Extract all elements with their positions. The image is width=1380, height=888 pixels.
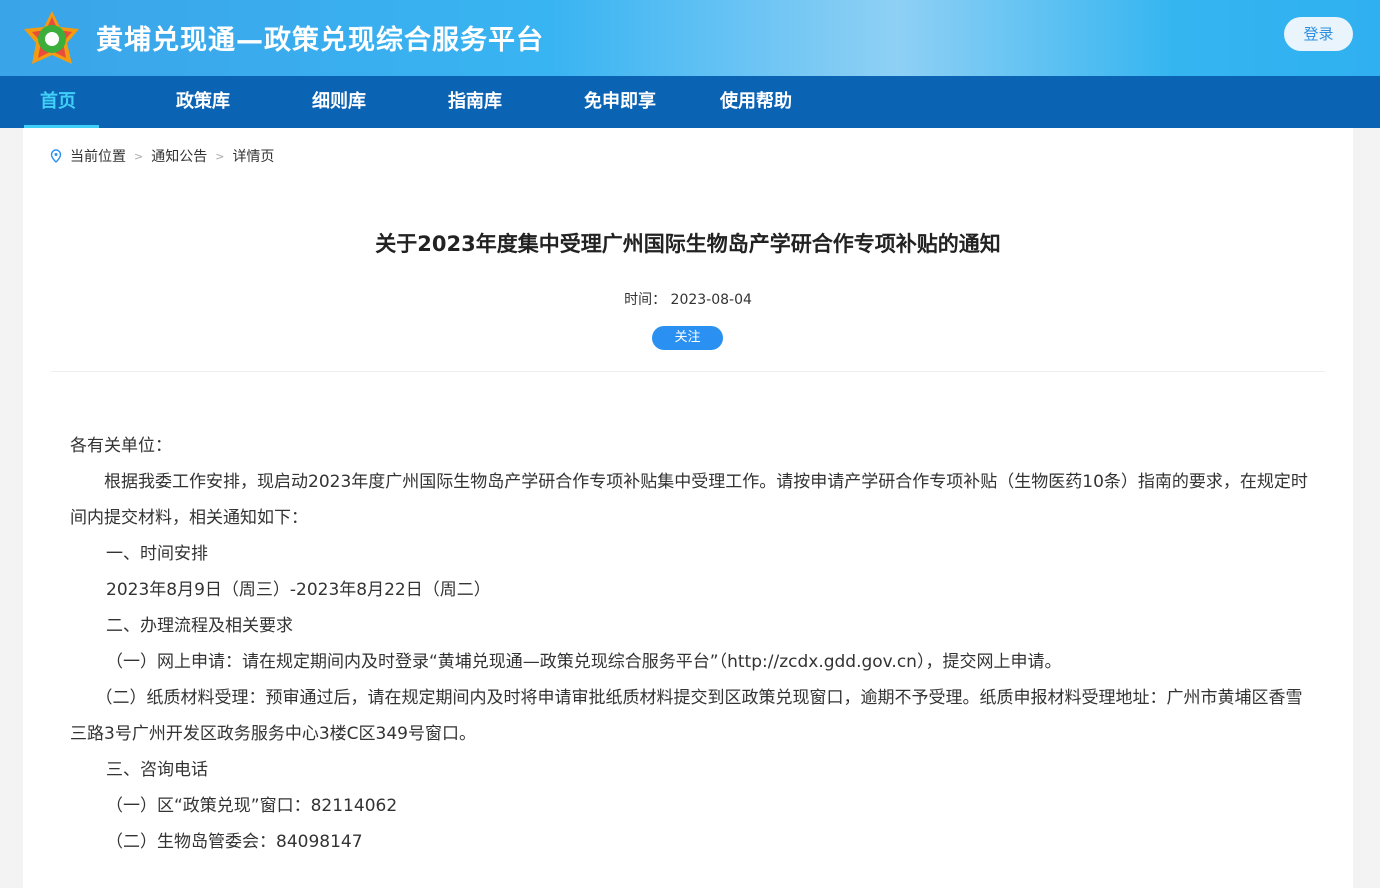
content-panel: 当前位置 > 通知公告 > 详情页 关于2023年度集中受理广州国际生物岛产学研合作… bbox=[23, 128, 1353, 888]
header: 黄埔兑现通—政策兑现综合服务平台 登录 bbox=[0, 0, 1380, 76]
paragraph: 各有关单位： bbox=[70, 436, 172, 456]
paragraph: 一、时间安排 bbox=[106, 544, 208, 564]
nav-help[interactable]: 使用帮助 bbox=[704, 76, 840, 128]
logo-icon bbox=[24, 11, 79, 64]
publish-time: 时间： 2023-08-04 bbox=[23, 289, 1353, 309]
time-label: 时间： bbox=[624, 292, 667, 308]
login-button[interactable]: 登录 bbox=[1284, 17, 1353, 51]
nav-policy-library[interactable]: 政策库 bbox=[160, 76, 296, 128]
paragraph: 三、咨询电话 bbox=[106, 760, 208, 780]
article-title: 关于2023年度集中受理广州国际生物岛产学研合作专项补贴的通知 bbox=[375, 232, 1001, 256]
paragraph: （二）纸质材料受理：预审通过后，请在规定期间内及时将申请审批纸质材料提交到区政策… bbox=[70, 688, 1303, 744]
breadcrumb-detail: 详情页 bbox=[232, 149, 275, 165]
divider bbox=[51, 371, 1325, 372]
site-title: 黄埔兑现通—政策兑现综合服务平台 bbox=[96, 25, 544, 56]
breadcrumb: 当前位置 > 通知公告 > 详情页 bbox=[50, 146, 274, 166]
nav-rules-library[interactable]: 细则库 bbox=[296, 76, 432, 128]
follow-button[interactable]: 关注 bbox=[652, 326, 723, 350]
paragraph: 根据我委工作安排，现启动2023年度广州国际生物岛产学研合作专项补贴集中受理工作… bbox=[70, 472, 1308, 528]
paragraph: （一）区“政策兑现”窗口：82114062 bbox=[106, 796, 398, 816]
breadcrumb-current-location: 当前位置 bbox=[70, 149, 126, 165]
nav-home[interactable]: 首页 bbox=[24, 76, 160, 128]
breadcrumb-notices[interactable]: 通知公告 bbox=[151, 146, 207, 166]
location-pin-icon bbox=[50, 149, 62, 163]
paragraph: （二）生物岛管委会：84098147 bbox=[106, 832, 363, 852]
article-body: 各有关单位： 根据我委工作安排，现启动2023年度广州国际生物岛产学研合作专项补… bbox=[70, 428, 1310, 860]
paragraph: 2023年8月9日（周三）-2023年8月22日（周二） bbox=[106, 580, 491, 600]
paragraph: （一）网上申请：请在规定期间内及时登录“黄埔兑现通—政策兑现综合服务平台”（ht… bbox=[106, 652, 1062, 672]
time-value: 2023-08-04 bbox=[670, 292, 752, 308]
paragraph: 二、办理流程及相关要求 bbox=[106, 616, 293, 636]
main-nav: 首页 政策库 细则库 指南库 免申即享 使用帮助 bbox=[0, 76, 1380, 128]
nav-guide-library[interactable]: 指南库 bbox=[432, 76, 568, 128]
nav-free-apply[interactable]: 免申即享 bbox=[568, 76, 704, 128]
